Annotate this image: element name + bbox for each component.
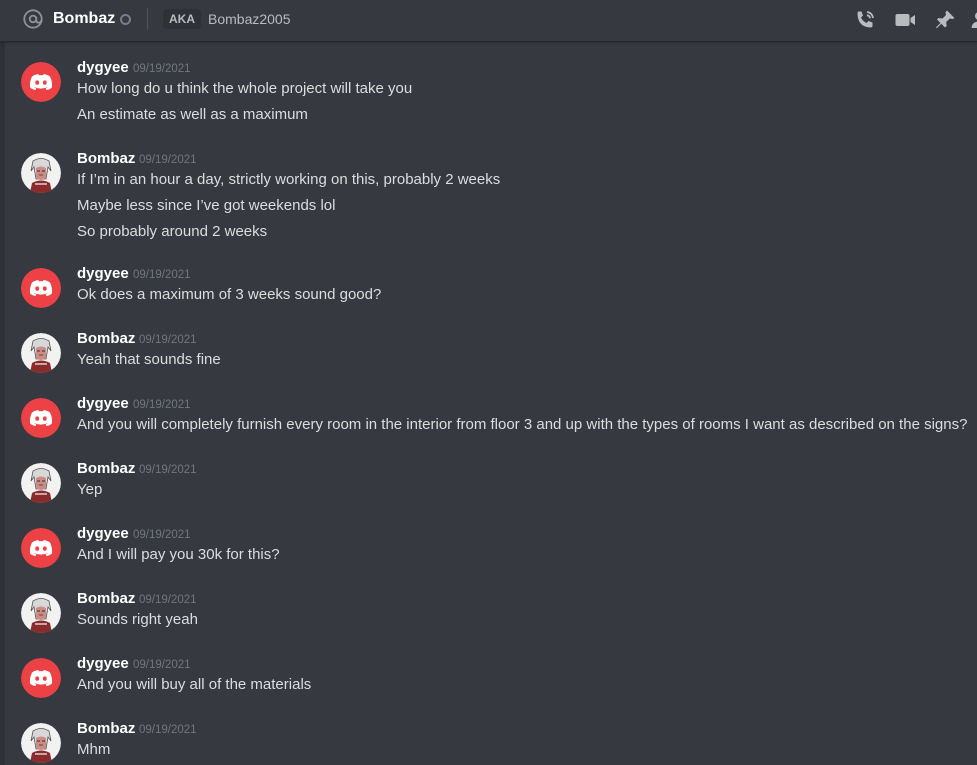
message-content: Yep [77,481,103,498]
message-content: Maybe less since I’ve got weekends lol [77,197,336,214]
user-avatar-image[interactable] [21,593,61,633]
message-content: Mhm [77,741,111,758]
add-friend-icon[interactable] [970,8,977,32]
message-timestamp: 09/19/2021 [139,724,197,736]
message-author[interactable]: dygyee [77,654,129,674]
header-divider [147,8,148,30]
message-author[interactable]: dygyee [77,394,129,414]
message-content: And you will completely furnish every ro… [77,416,968,433]
discord-default-avatar-icon[interactable] [21,528,61,568]
channel-header: Bombaz AKA Bombaz2005 [0,0,977,42]
message-content: And I will pay you 30k for this? [77,546,280,563]
message-timestamp: 09/19/2021 [139,594,197,606]
message-timestamp: 09/19/2021 [133,399,191,411]
discord-default-avatar-icon[interactable] [21,398,61,438]
user-avatar-image[interactable] [21,463,61,503]
discord-default-avatar-icon[interactable] [21,268,61,308]
message-author[interactable]: dygyee [77,524,129,544]
message-author[interactable]: Bombaz [77,459,135,479]
message-author[interactable]: dygyee [77,58,129,78]
message-content: An estimate as well as a maximum [77,106,308,123]
message-content: Ok does a maximum of 3 weeks sound good? [77,286,382,303]
message-content: If I’m in an hour a day, strictly workin… [77,171,501,188]
pin-icon[interactable] [933,8,957,32]
message-content: And you will buy all of the materials [77,676,312,693]
offline-status-icon [120,14,131,25]
message-author[interactable]: Bombaz [77,719,135,739]
message-timestamp: 09/19/2021 [139,154,197,166]
user-avatar-image[interactable] [21,333,61,373]
user-avatar-image[interactable] [21,723,61,763]
message-author[interactable]: Bombaz [77,329,135,349]
aka-name: Bombaz2005 [208,11,291,27]
message-content: Sounds right yeah [77,611,198,628]
discord-default-avatar-icon[interactable] [21,658,61,698]
channel-name[interactable]: Bombaz [53,8,115,30]
user-avatar-image[interactable] [21,153,61,193]
message-timestamp: 09/19/2021 [133,659,191,671]
message-content: So probably around 2 weeks [77,223,268,240]
message-content: Yeah that sounds fine [77,351,221,368]
message-timestamp: 09/19/2021 [133,529,191,541]
at-icon [22,8,44,30]
message-author[interactable]: Bombaz [77,589,135,609]
message-timestamp: 09/19/2021 [133,63,191,75]
message-timestamp: 09/19/2021 [133,269,191,281]
message-content: How long do u think the whole project wi… [77,80,413,97]
message-list[interactable]: dygyee 09/19/2021 How long do u think the … [0,42,977,765]
discord-default-avatar-icon[interactable] [21,62,61,102]
aka-badge: AKA [163,9,201,29]
message-author[interactable]: dygyee [77,264,129,284]
message-author[interactable]: Bombaz [77,149,135,169]
message-timestamp: 09/19/2021 [139,334,197,346]
dm-window: Bombaz AKA Bombaz2005 dygyee 09/19/2021 Ho… [0,0,977,765]
message-timestamp: 09/19/2021 [139,464,197,476]
voice-call-icon[interactable] [853,8,877,32]
video-call-icon[interactable] [893,8,917,32]
